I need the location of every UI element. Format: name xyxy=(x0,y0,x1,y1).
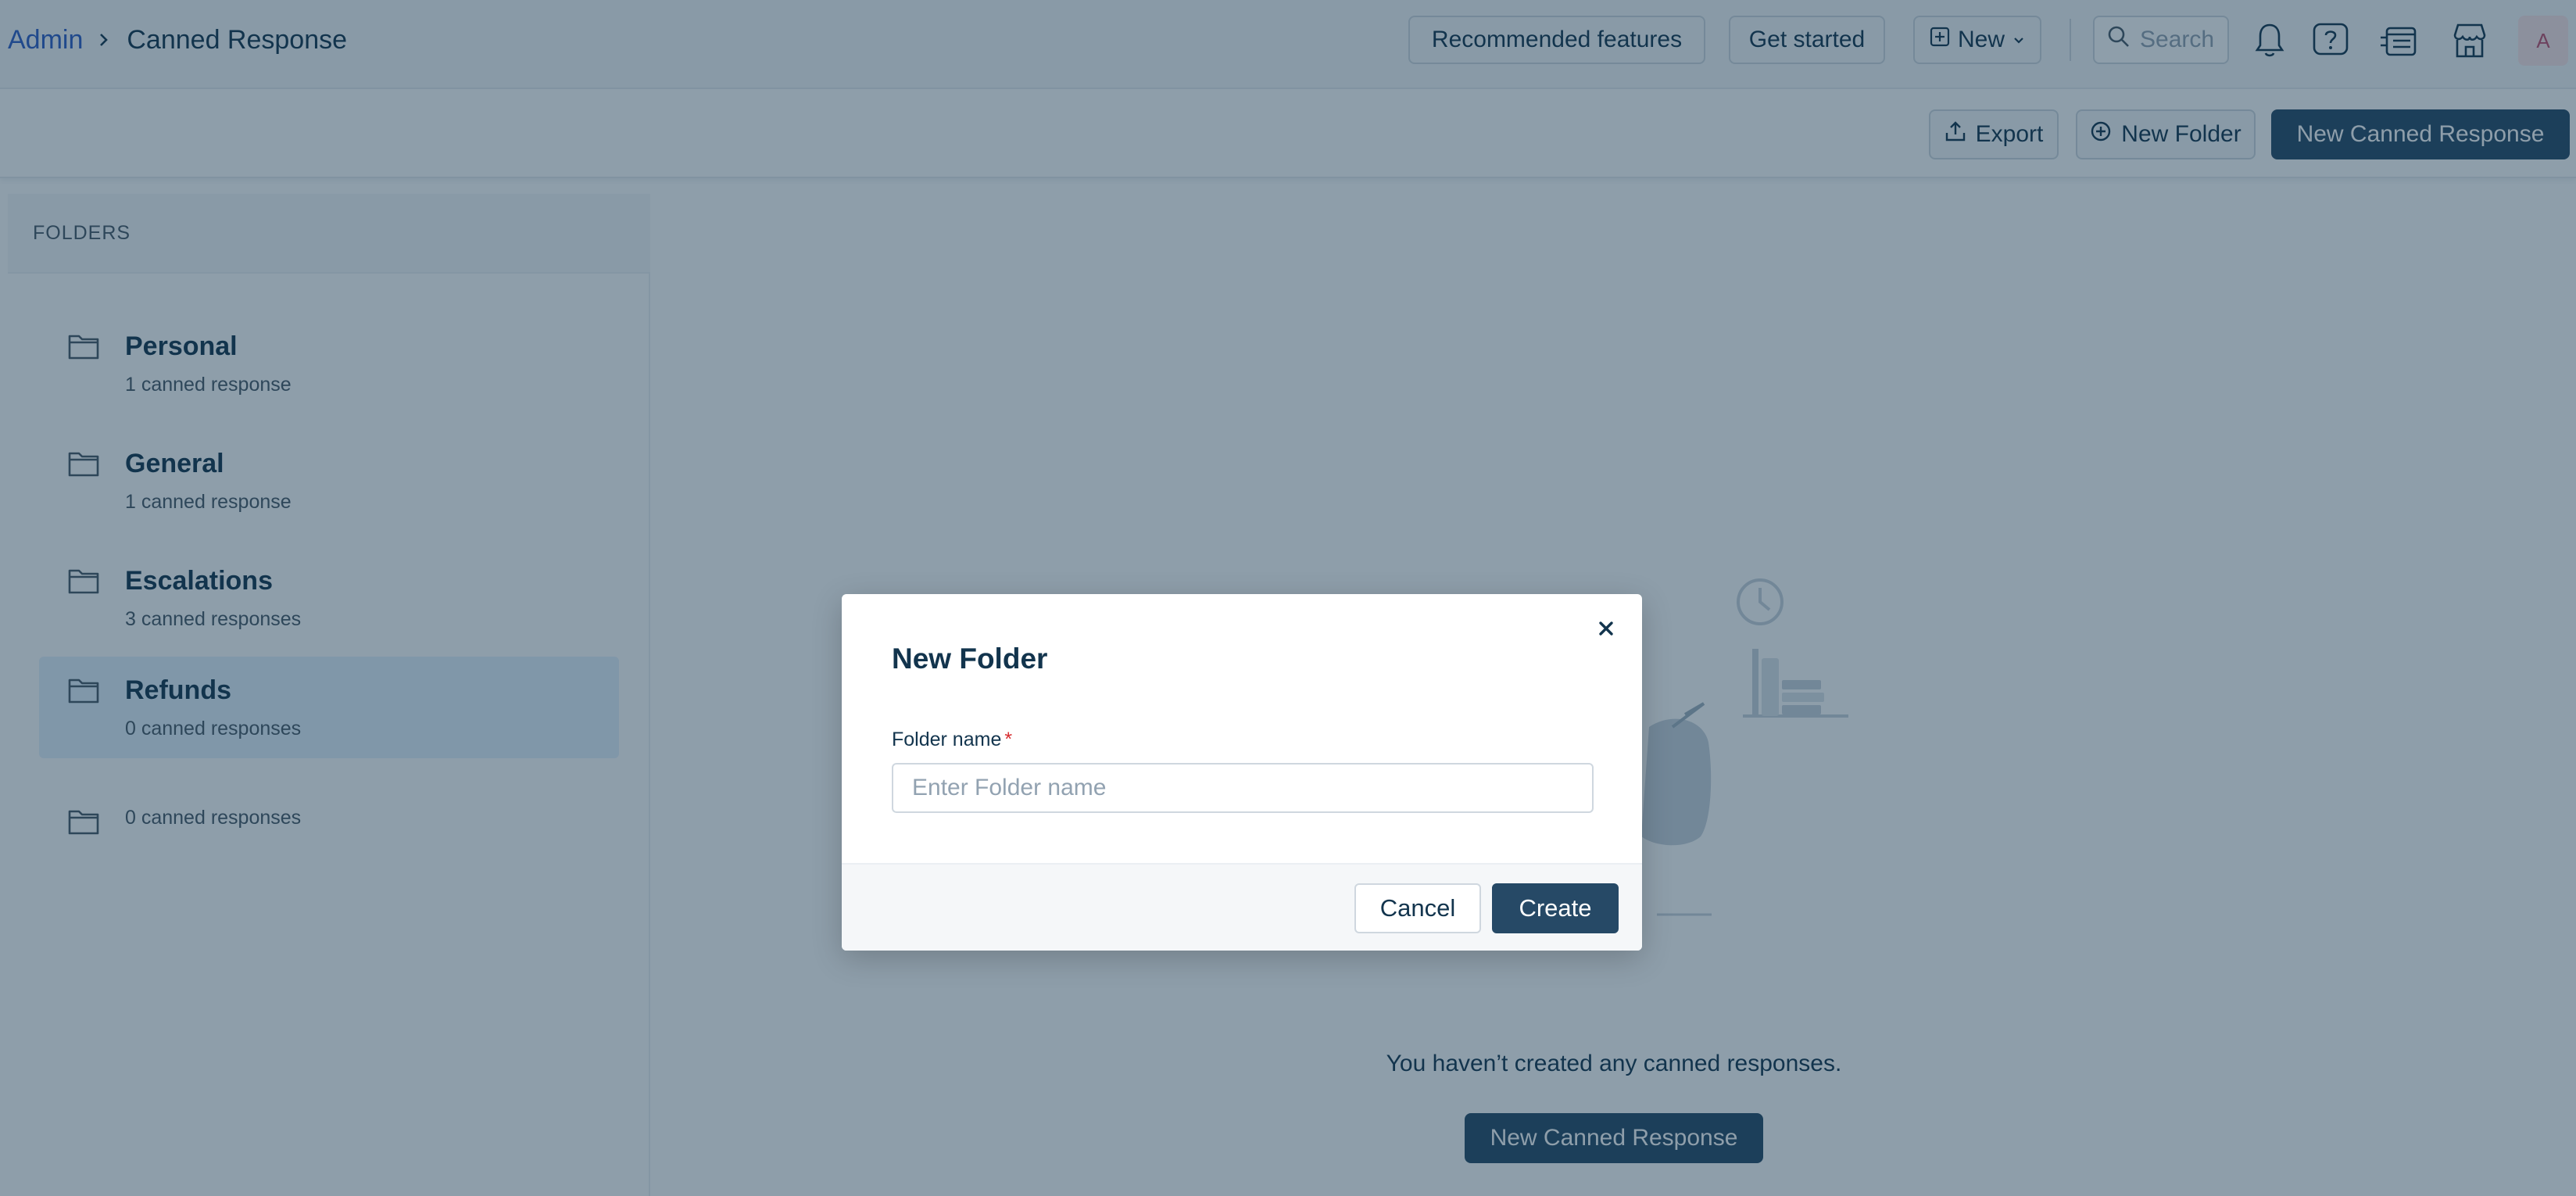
close-icon[interactable] xyxy=(1590,613,1622,644)
folder-name-label: Folder name * xyxy=(892,729,1012,751)
cancel-button[interactable]: Cancel xyxy=(1354,883,1481,933)
modal-title: New Folder xyxy=(892,643,1048,675)
modal-footer: Cancel Create xyxy=(842,863,1642,951)
new-folder-modal: New Folder Folder name* Cancel Create xyxy=(842,594,1642,951)
folder-name-input[interactable] xyxy=(892,763,1594,813)
required-marker: * xyxy=(1004,729,1013,750)
create-button[interactable]: Create xyxy=(1492,883,1619,933)
folder-name-label-text: Folder name xyxy=(892,729,1002,750)
